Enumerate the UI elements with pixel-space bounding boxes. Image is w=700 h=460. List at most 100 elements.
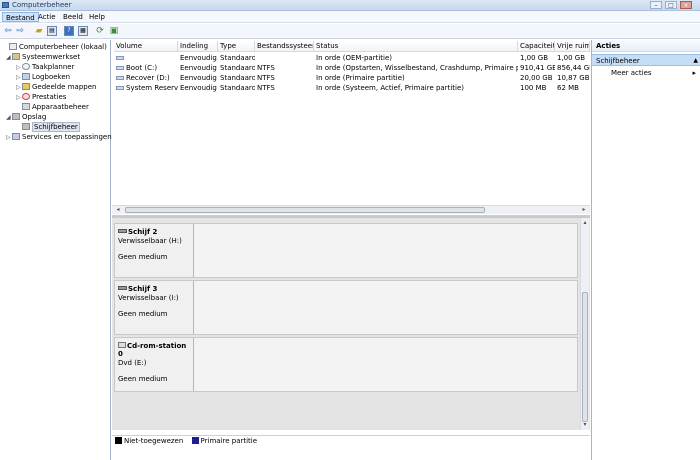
table-row[interactable]: Recover (D:) Eenvoudig Standaard NTFS In… bbox=[112, 73, 590, 83]
device-manager-icon bbox=[22, 103, 30, 110]
tree-item-prestaties[interactable]: ▷ Prestaties bbox=[16, 92, 66, 102]
column-header-indeling[interactable]: Indeling bbox=[178, 41, 218, 52]
table-row[interactable]: System Reserved Eenvoudig Standaard NTFS… bbox=[112, 83, 590, 93]
volume-icon bbox=[116, 76, 124, 80]
table-row[interactable]: Boot (C:) Eenvoudig Standaard NTFS In or… bbox=[112, 63, 590, 73]
actions-pane: Acties Schijfbeheer ▲ Meer acties ▸ bbox=[591, 40, 700, 460]
maximize-icon[interactable]: □ bbox=[665, 1, 677, 9]
main-pane: Volume Indeling Type Bestandssysteem Sta… bbox=[112, 40, 590, 460]
legend: Niet-toegewezen Primaire partitie bbox=[112, 435, 590, 447]
menu-beeld[interactable]: Beeld bbox=[60, 12, 86, 22]
scroll-down-icon[interactable]: ▾ bbox=[581, 421, 589, 429]
tree-item-label: Apparaatbeheer bbox=[32, 103, 89, 111]
disk-type: Verwisselbaar (H:) bbox=[118, 237, 182, 245]
scroll-up-icon[interactable]: ▴ bbox=[581, 219, 589, 227]
indeling-cell: Eenvoudig bbox=[180, 84, 217, 92]
tree-item-systeemwerkset[interactable]: ◢ Systeemwerkset bbox=[6, 52, 80, 62]
refresh-icon[interactable]: ⟳ bbox=[95, 26, 105, 36]
scrollbar-thumb[interactable] bbox=[582, 292, 588, 422]
disk-row[interactable]: Cd-rom-station 0 Dvd (E:) Geen medium bbox=[114, 337, 578, 392]
status-cell: In orde (OEM-partitie) bbox=[316, 54, 392, 62]
volume-cell: Boot (C:) bbox=[114, 63, 178, 73]
free-space-cell: 62 MB bbox=[557, 84, 579, 92]
disk-partition-area[interactable] bbox=[195, 224, 577, 277]
log-icon bbox=[22, 73, 30, 80]
export-icon[interactable]: ▣ bbox=[109, 26, 119, 36]
computer-management-icon bbox=[2, 2, 9, 8]
console-tree-icon[interactable]: ▤ bbox=[47, 26, 57, 36]
tree-item-apparaatbeheer[interactable]: Apparaatbeheer bbox=[16, 102, 89, 112]
disk-partition-area[interactable] bbox=[195, 338, 577, 391]
column-header-volume[interactable]: Volume bbox=[114, 41, 178, 52]
back-arrow-icon[interactable]: ⇦ bbox=[3, 26, 13, 36]
free-space-cell: 1,00 GB bbox=[557, 54, 586, 62]
horizontal-scrollbar[interactable]: ◂ ▸ bbox=[112, 205, 590, 214]
disk-partition-area[interactable] bbox=[195, 281, 577, 334]
disk-status: Geen medium bbox=[118, 253, 168, 261]
disk-type: Dvd (E:) bbox=[118, 359, 147, 367]
column-header-vrije-ruimte[interactable]: Vrije ruim bbox=[555, 41, 590, 52]
disk-row[interactable]: Schijf 3 Verwisselbaar (I:) Geen medium bbox=[114, 280, 578, 335]
submenu-arrow-icon[interactable]: ▸ bbox=[692, 69, 696, 77]
storage-icon bbox=[12, 113, 20, 120]
menu-help[interactable]: Help bbox=[86, 12, 108, 22]
forward-arrow-icon[interactable]: ⇨ bbox=[15, 26, 25, 36]
volume-icon bbox=[116, 56, 124, 60]
up-folder-icon[interactable]: ▰ bbox=[34, 26, 44, 36]
column-header-capaciteit[interactable]: Capaciteit bbox=[518, 41, 555, 52]
help-icon[interactable]: ? bbox=[64, 26, 74, 36]
window-title: Computerbeheer bbox=[12, 1, 72, 9]
menu-bestand[interactable]: Bestand bbox=[2, 12, 39, 22]
volume-icon bbox=[116, 66, 124, 70]
column-header-status[interactable]: Status bbox=[314, 41, 518, 52]
more-actions-link[interactable]: Meer acties bbox=[611, 69, 652, 77]
table-row[interactable]: Eenvoudig Standaard In orde (OEM-partiti… bbox=[112, 53, 590, 63]
disk-info[interactable]: Schijf 3 Verwisselbaar (I:) Geen medium bbox=[115, 281, 194, 334]
disk-name: Schijf 2 bbox=[118, 228, 190, 236]
tree-item-computerbeheer[interactable]: Computerbeheer (lokaal) bbox=[3, 42, 107, 52]
type-cell: Standaard bbox=[220, 54, 255, 62]
capacity-cell: 100 MB bbox=[520, 84, 547, 92]
tree-item-services[interactable]: ▷ Services en toepassingen bbox=[6, 132, 112, 142]
tree-item-logboeken[interactable]: ▷ Logboeken bbox=[16, 72, 70, 82]
column-header-type[interactable]: Type bbox=[218, 41, 255, 52]
tree-item-label: Prestaties bbox=[32, 93, 67, 101]
free-space-cell: 856,44 GB bbox=[557, 64, 590, 72]
title-bar: Computerbeheer – □ × bbox=[0, 0, 700, 11]
collapse-icon[interactable]: ▲ bbox=[693, 57, 698, 64]
disk-map: Schijf 2 Verwisselbaar (H:) Geen medium … bbox=[112, 218, 590, 430]
minimize-icon[interactable]: – bbox=[650, 1, 662, 9]
disk-info[interactable]: Cd-rom-station 0 Dvd (E:) Geen medium bbox=[115, 338, 194, 391]
scrollbar-thumb[interactable] bbox=[125, 207, 485, 213]
free-space-cell: 10,87 GB bbox=[557, 74, 590, 82]
tree-item-label: Computerbeheer (lokaal) bbox=[19, 43, 107, 51]
properties-icon[interactable]: ▦ bbox=[78, 26, 88, 36]
disk-management-icon bbox=[22, 123, 30, 130]
actions-header: Acties bbox=[592, 40, 700, 52]
disk-type: Verwisselbaar (I:) bbox=[118, 294, 179, 302]
indeling-cell: Eenvoudig bbox=[180, 64, 217, 72]
scroll-left-icon[interactable]: ◂ bbox=[114, 206, 122, 214]
status-cell: In orde (Systeem, Actief, Primaire parti… bbox=[316, 84, 465, 92]
tree-item-label: Gedeelde mappen bbox=[32, 83, 97, 91]
filesystem-cell: NTFS bbox=[257, 74, 275, 82]
disk-row[interactable]: Schijf 2 Verwisselbaar (H:) Geen medium bbox=[114, 223, 578, 278]
services-icon bbox=[12, 133, 20, 140]
menu-actie[interactable]: Actie bbox=[35, 12, 59, 22]
column-header-bestandssysteem[interactable]: Bestandssysteem bbox=[255, 41, 314, 52]
menu-bar: Bestand Actie Beeld Help bbox=[0, 11, 700, 23]
disk-status: Geen medium bbox=[118, 375, 168, 383]
tree-item-gedeelde-mappen[interactable]: ▷ Gedeelde mappen bbox=[16, 82, 96, 92]
capacity-cell: 1,00 GB bbox=[520, 54, 549, 62]
tree-item-opslag[interactable]: ◢ Opslag bbox=[6, 112, 46, 122]
tree-item-taakplanner[interactable]: ▷ Taakplanner bbox=[16, 62, 75, 72]
close-icon[interactable]: × bbox=[680, 1, 692, 9]
scroll-right-icon[interactable]: ▸ bbox=[580, 206, 588, 214]
volume-table: Volume Indeling Type Bestandssysteem Sta… bbox=[112, 40, 590, 216]
capacity-cell: 20,00 GB bbox=[520, 74, 553, 82]
disk-info[interactable]: Schijf 2 Verwisselbaar (H:) Geen medium bbox=[115, 224, 194, 277]
disk-icon bbox=[118, 229, 127, 233]
actions-section-schijfbeheer[interactable]: Schijfbeheer ▲ bbox=[592, 54, 700, 66]
vertical-scrollbar[interactable]: ▴ ▾ bbox=[580, 218, 589, 430]
tree-item-schijfbeheer[interactable]: Schijfbeheer bbox=[16, 122, 80, 132]
